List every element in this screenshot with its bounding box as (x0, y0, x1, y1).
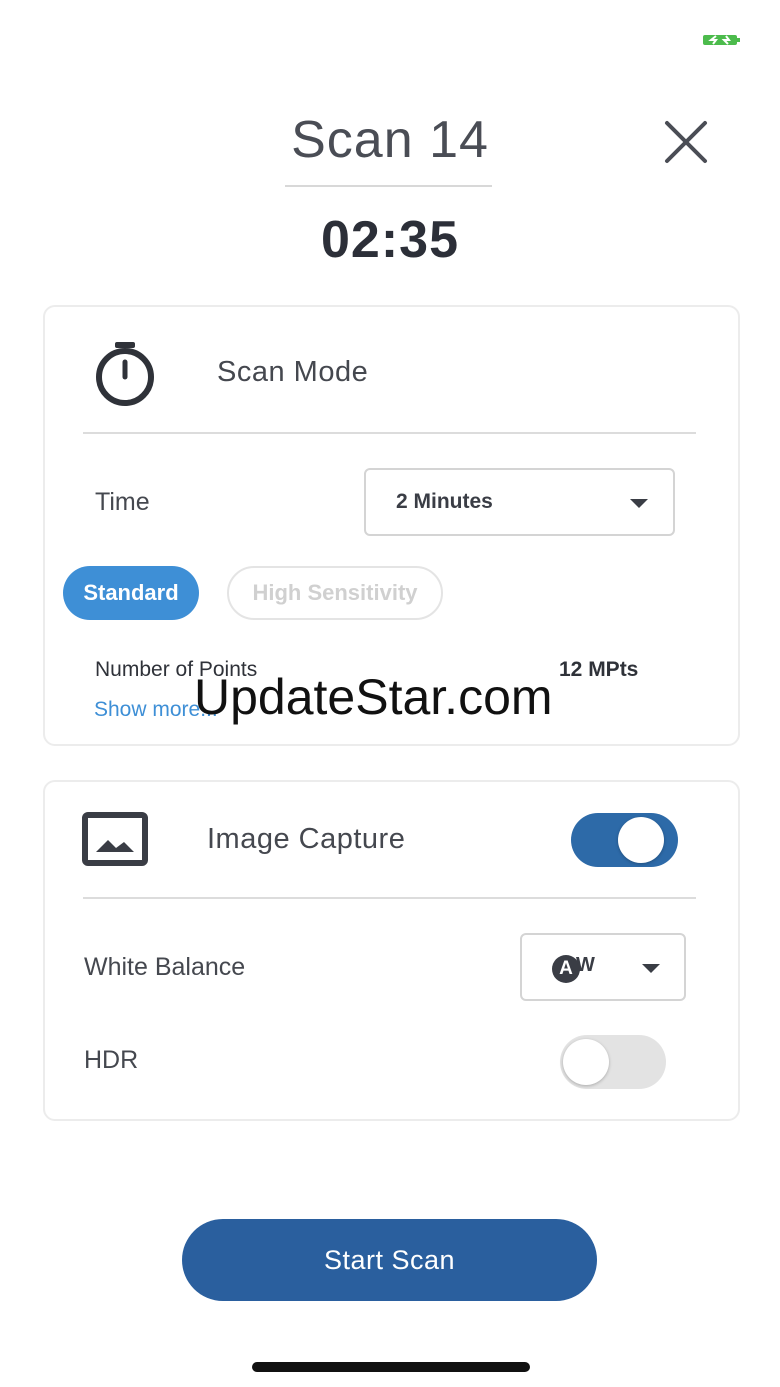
mode-high-sensitivity-button[interactable]: High Sensitivity (227, 566, 443, 620)
hdr-label: HDR (84, 1046, 139, 1074)
start-scan-button[interactable]: Start Scan (182, 1219, 597, 1301)
scan-mode-divider (83, 432, 696, 434)
scan-mode-label: Scan Mode (217, 356, 369, 388)
title-underline (285, 185, 492, 187)
toggle-knob (618, 817, 664, 863)
mode-standard-button[interactable]: Standard (63, 566, 199, 620)
image-capture-divider (83, 897, 696, 899)
hdr-toggle[interactable] (560, 1035, 666, 1089)
stopwatch-icon (96, 342, 154, 406)
time-select-value: 2 Minutes (396, 490, 493, 513)
close-icon[interactable] (664, 120, 708, 164)
page-title: Scan 14 (291, 111, 489, 169)
image-capture-toggle[interactable] (571, 813, 678, 867)
white-balance-select[interactable]: A W (520, 933, 686, 1001)
points-value: 12 MPts (559, 658, 639, 681)
toggle-knob (563, 1039, 609, 1085)
watermark: UpdateStar.com (194, 669, 553, 725)
chevron-down-icon (642, 964, 660, 973)
time-select[interactable]: 2 Minutes (364, 468, 675, 536)
scan-timer: 02:35 (321, 211, 459, 269)
home-indicator (252, 1362, 530, 1372)
white-balance-label: White Balance (84, 953, 246, 981)
white-balance-suffix: W (576, 954, 595, 976)
image-icon (82, 812, 148, 866)
chevron-down-icon (630, 499, 648, 508)
image-capture-label: Image Capture (207, 823, 406, 855)
time-label: Time (95, 488, 150, 516)
battery-charging-icon (703, 35, 740, 45)
